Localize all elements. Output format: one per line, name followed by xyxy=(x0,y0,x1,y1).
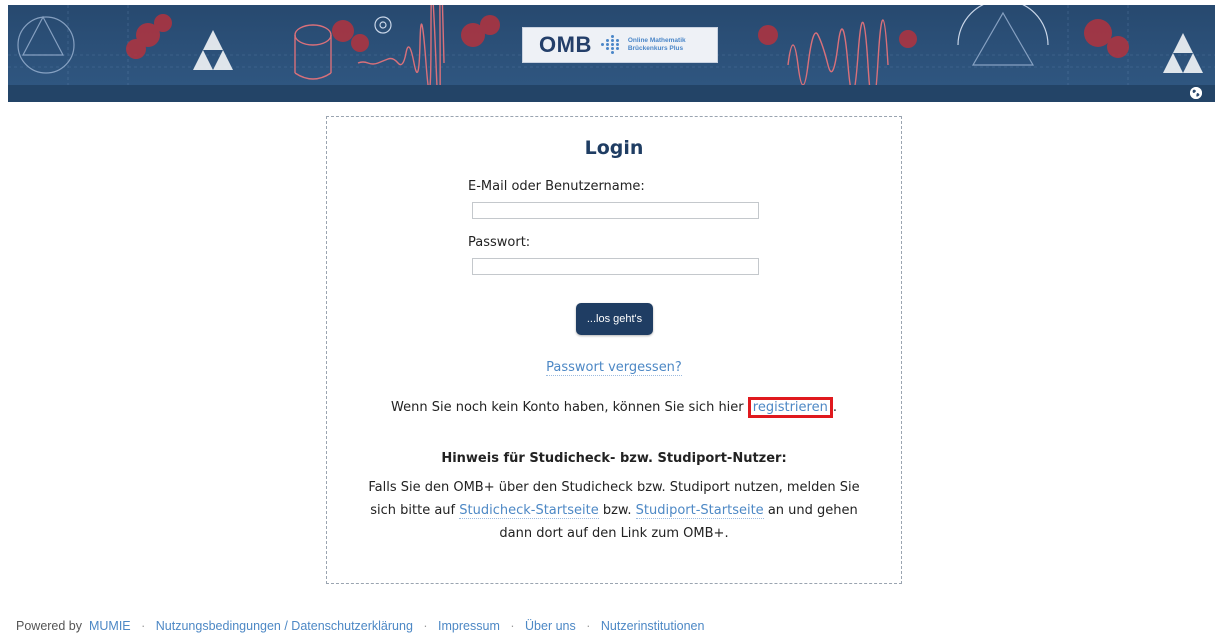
hint-title: Hinweis für Studicheck- bzw. Studiport-N… xyxy=(441,451,787,466)
logo-subtitle: Online Mathematik Brückenkurs Plus xyxy=(628,37,686,53)
footer-separator: · xyxy=(586,619,591,633)
password-label: Passwort: xyxy=(468,235,531,250)
username-label: E-Mail oder Benutzername: xyxy=(468,179,645,194)
footer-link-about[interactable]: Über uns xyxy=(525,619,576,633)
studiport-link[interactable]: Studiport-Startseite xyxy=(635,503,764,519)
footer: Powered by MUMIE · Nutzungsbedingungen /… xyxy=(16,619,704,633)
forgot-password-link[interactable]: Passwort vergessen? xyxy=(546,360,682,376)
register-prefix: Wenn Sie noch kein Konto haben, können S… xyxy=(391,400,744,415)
footer-link-impressum[interactable]: Impressum xyxy=(438,619,500,633)
studicheck-link[interactable]: Studicheck-Startseite xyxy=(459,503,599,519)
footer-link-institutions[interactable]: Nutzerinstitutionen xyxy=(601,619,705,633)
logo-dots-icon xyxy=(600,35,622,55)
login-button[interactable]: ...los geht's xyxy=(576,303,653,335)
footer-link-mumie[interactable]: MUMIE xyxy=(89,619,131,633)
logo-text: OMB xyxy=(539,32,592,57)
register-link[interactable]: registrieren xyxy=(747,397,833,418)
login-panel: Login E-Mail oder Benutzername: Passwort… xyxy=(326,116,902,584)
logo-subtitle-line2: Brückenkurs Plus xyxy=(627,45,684,52)
header-banner: OMB Online Mathematik Brückenkurs Plus xyxy=(8,5,1215,102)
forgot-password-row: Passwort vergessen? xyxy=(327,356,901,376)
powered-by-label: Powered by xyxy=(16,619,83,633)
hint-text: Falls Sie den OMB+ über den Studicheck b… xyxy=(357,476,871,545)
footer-link-terms[interactable]: Nutzungsbedingungen / Datenschutzerkläru… xyxy=(156,619,413,633)
register-suffix: . xyxy=(832,400,837,415)
banner-strip xyxy=(8,85,1215,102)
logo-subtitle-line1: Online Mathematik xyxy=(627,37,686,44)
globe-icon[interactable] xyxy=(1190,87,1202,99)
password-input[interactable] xyxy=(472,258,759,275)
omb-logo[interactable]: OMB Online Mathematik Brückenkurs Plus xyxy=(522,27,718,63)
register-row: Wenn Sie noch kein Konto haben, können S… xyxy=(327,397,901,418)
footer-separator: · xyxy=(510,619,515,633)
login-title: Login xyxy=(584,137,644,159)
hint-text-part2: bzw. xyxy=(602,503,632,518)
footer-separator: · xyxy=(423,619,428,633)
footer-separator: · xyxy=(141,619,146,633)
username-input[interactable] xyxy=(472,202,759,219)
